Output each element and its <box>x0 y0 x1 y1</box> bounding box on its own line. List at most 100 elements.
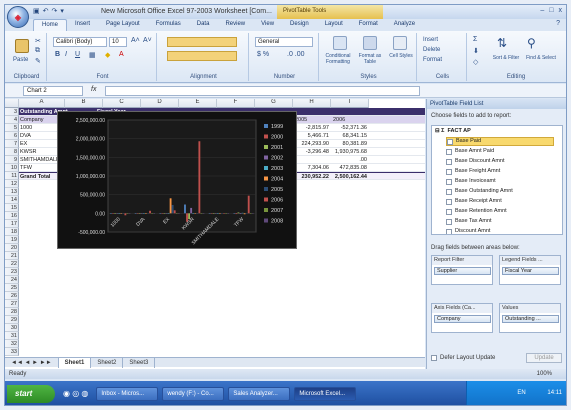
format-cells-button[interactable]: Format <box>423 57 442 63</box>
save-icon[interactable]: ▣ <box>33 7 40 15</box>
format-table-icon[interactable] <box>363 36 377 50</box>
cell-value[interactable]: 224,293.90 <box>293 140 331 148</box>
quick-launch-icons[interactable]: ◉ ◎ ◍ <box>59 387 92 401</box>
row-header-23[interactable]: 23 <box>5 268 19 276</box>
select-all-corner[interactable] <box>5 99 19 108</box>
row-header-11[interactable]: 11 <box>5 172 19 180</box>
row-header-7[interactable]: 7 <box>5 140 19 148</box>
tab-analyze[interactable]: Analyze <box>386 19 423 31</box>
undo-icon[interactable]: ↶ <box>43 7 49 15</box>
field-item[interactable]: Base Freight Amnt <box>446 167 554 176</box>
currency-icon[interactable]: $ % <box>257 51 269 58</box>
tab-design[interactable]: Design <box>282 19 317 31</box>
field-item[interactable]: Base Retention Amnt <box>446 207 554 216</box>
taskbar-item[interactable]: Inbox - Micros... <box>96 386 159 401</box>
field-item[interactable]: Base Discount Amnt <box>446 157 554 166</box>
column-header-g[interactable]: G <box>255 99 293 108</box>
tab-review[interactable]: Review <box>217 19 253 31</box>
start-button[interactable]: start <box>7 384 55 403</box>
taskbar-item[interactable]: Microsoft Excel... <box>294 386 357 401</box>
row-header-30[interactable]: 30 <box>5 324 19 332</box>
row-header-26[interactable]: 26 <box>5 292 19 300</box>
field-checkbox[interactable] <box>446 158 452 165</box>
column-header-h[interactable]: H <box>293 99 331 108</box>
row-header-18[interactable]: 18 <box>5 228 19 236</box>
row-header-28[interactable]: 28 <box>5 308 19 316</box>
cell-value[interactable]: 5,466.71 <box>293 132 331 140</box>
name-box[interactable]: Chart 2 <box>23 86 83 96</box>
sheet-nav-icons[interactable]: ◄◄ ◄ ► ►► <box>5 357 59 368</box>
font-size-select[interactable]: 10 <box>109 37 127 47</box>
italic-icon[interactable]: I <box>65 51 67 58</box>
field-item[interactable]: Base Invoiceamt <box>446 177 554 186</box>
row-header-22[interactable]: 22 <box>5 260 19 268</box>
cell-value[interactable]: 80,381.89 <box>331 140 369 148</box>
row-header-5[interactable]: 5 <box>5 124 19 132</box>
field-checkbox[interactable] <box>446 218 452 225</box>
company-field-pill[interactable]: Company <box>434 315 491 323</box>
redo-icon[interactable]: ↷ <box>52 7 58 15</box>
row-header-20[interactable]: 20 <box>5 244 19 252</box>
find-select-button[interactable]: Find & Select <box>523 55 559 61</box>
cell-value[interactable]: 1,930,975.68 <box>331 148 369 156</box>
borders-icon[interactable]: ▦ <box>89 51 96 59</box>
office-button[interactable]: ◈ <box>7 6 29 28</box>
format-as-table-button[interactable]: Format as Table <box>355 53 385 65</box>
field-checkbox[interactable] <box>446 228 452 234</box>
row-header-6[interactable]: 6 <box>5 132 19 140</box>
cell-value[interactable]: 2,500,162.44 <box>331 173 369 181</box>
row-header-32[interactable]: 32 <box>5 340 19 348</box>
tab-home[interactable]: Home <box>33 19 68 31</box>
row-header-8[interactable]: 8 <box>5 148 19 156</box>
cell-styles-icon[interactable] <box>393 36 407 50</box>
field-checkbox[interactable] <box>446 188 452 195</box>
cell-value[interactable]: .00 <box>331 156 369 164</box>
underline-icon[interactable]: U <box>75 51 80 58</box>
sheet-tab-sheet3[interactable]: Sheet3 <box>123 357 156 368</box>
field-item[interactable]: Base Tax Amnt <box>446 217 554 226</box>
cell-value[interactable]: 472,835.08 <box>331 164 369 172</box>
field-item[interactable]: Base Receipt Amnt <box>446 197 554 206</box>
column-header-d[interactable]: D <box>141 99 179 108</box>
format-painter-icon[interactable]: ✎ <box>35 57 41 65</box>
delete-cells-button[interactable]: Delete <box>423 47 440 53</box>
column-header-e[interactable]: E <box>179 99 217 108</box>
font-color-icon[interactable]: A <box>119 51 124 58</box>
conditional-formatting-icon[interactable] <box>333 36 347 50</box>
column-header-i[interactable]: I <box>331 99 369 108</box>
field-checkbox[interactable] <box>446 148 452 155</box>
decimal-icon[interactable]: .0 .00 <box>287 51 305 58</box>
field-checkbox[interactable] <box>446 198 452 205</box>
axis-fields-area[interactable]: Axis Fields (Ca... Company <box>431 303 493 333</box>
fill-color-icon[interactable]: ◆ <box>105 51 110 59</box>
paste-icon[interactable] <box>15 39 29 53</box>
fx-icon[interactable]: fx <box>91 86 96 93</box>
cell-value[interactable]: 230,952.22 <box>293 173 331 181</box>
row-header-12[interactable]: 12 <box>5 180 19 188</box>
sheet-tab-sheet1[interactable]: Sheet1 <box>58 357 92 368</box>
report-filter-area[interactable]: Report Filter Supplier <box>431 255 493 285</box>
update-button[interactable]: Update <box>526 353 562 363</box>
language-indicator[interactable]: EN <box>517 390 525 396</box>
cell-value[interactable]: -52,371.36 <box>331 124 369 132</box>
field-checkbox[interactable] <box>446 178 452 185</box>
row-header-4[interactable]: 4 <box>5 116 19 124</box>
conditional-formatting-button[interactable]: Conditional Formatting <box>323 53 353 65</box>
vertical-align-icons[interactable] <box>167 37 237 47</box>
column-header-a[interactable]: A <box>19 99 65 108</box>
defer-checkbox-box[interactable] <box>431 355 437 361</box>
copy-icon[interactable]: ⧉ <box>35 47 40 55</box>
row-header-9[interactable]: 9 <box>5 156 19 164</box>
tab-format[interactable]: Format <box>351 19 386 31</box>
minimize-button[interactable]: – <box>540 7 544 14</box>
cell-value[interactable]: 7,304.06 <box>293 164 331 172</box>
cell-styles-button[interactable]: Cell Styles <box>387 53 415 59</box>
zoom-level[interactable]: 100% <box>537 369 552 379</box>
paste-button[interactable]: Paste <box>13 57 28 63</box>
formula-input[interactable] <box>105 86 420 96</box>
pivot-chart[interactable]: 2,500,000.00 2,000,000.00 1,500,000.00 1,00… <box>57 111 297 249</box>
tab-view[interactable]: View <box>253 19 282 31</box>
cut-icon[interactable]: ✂ <box>35 37 41 45</box>
tab-data[interactable]: Data <box>189 19 218 31</box>
row-header-17[interactable]: 17 <box>5 220 19 228</box>
